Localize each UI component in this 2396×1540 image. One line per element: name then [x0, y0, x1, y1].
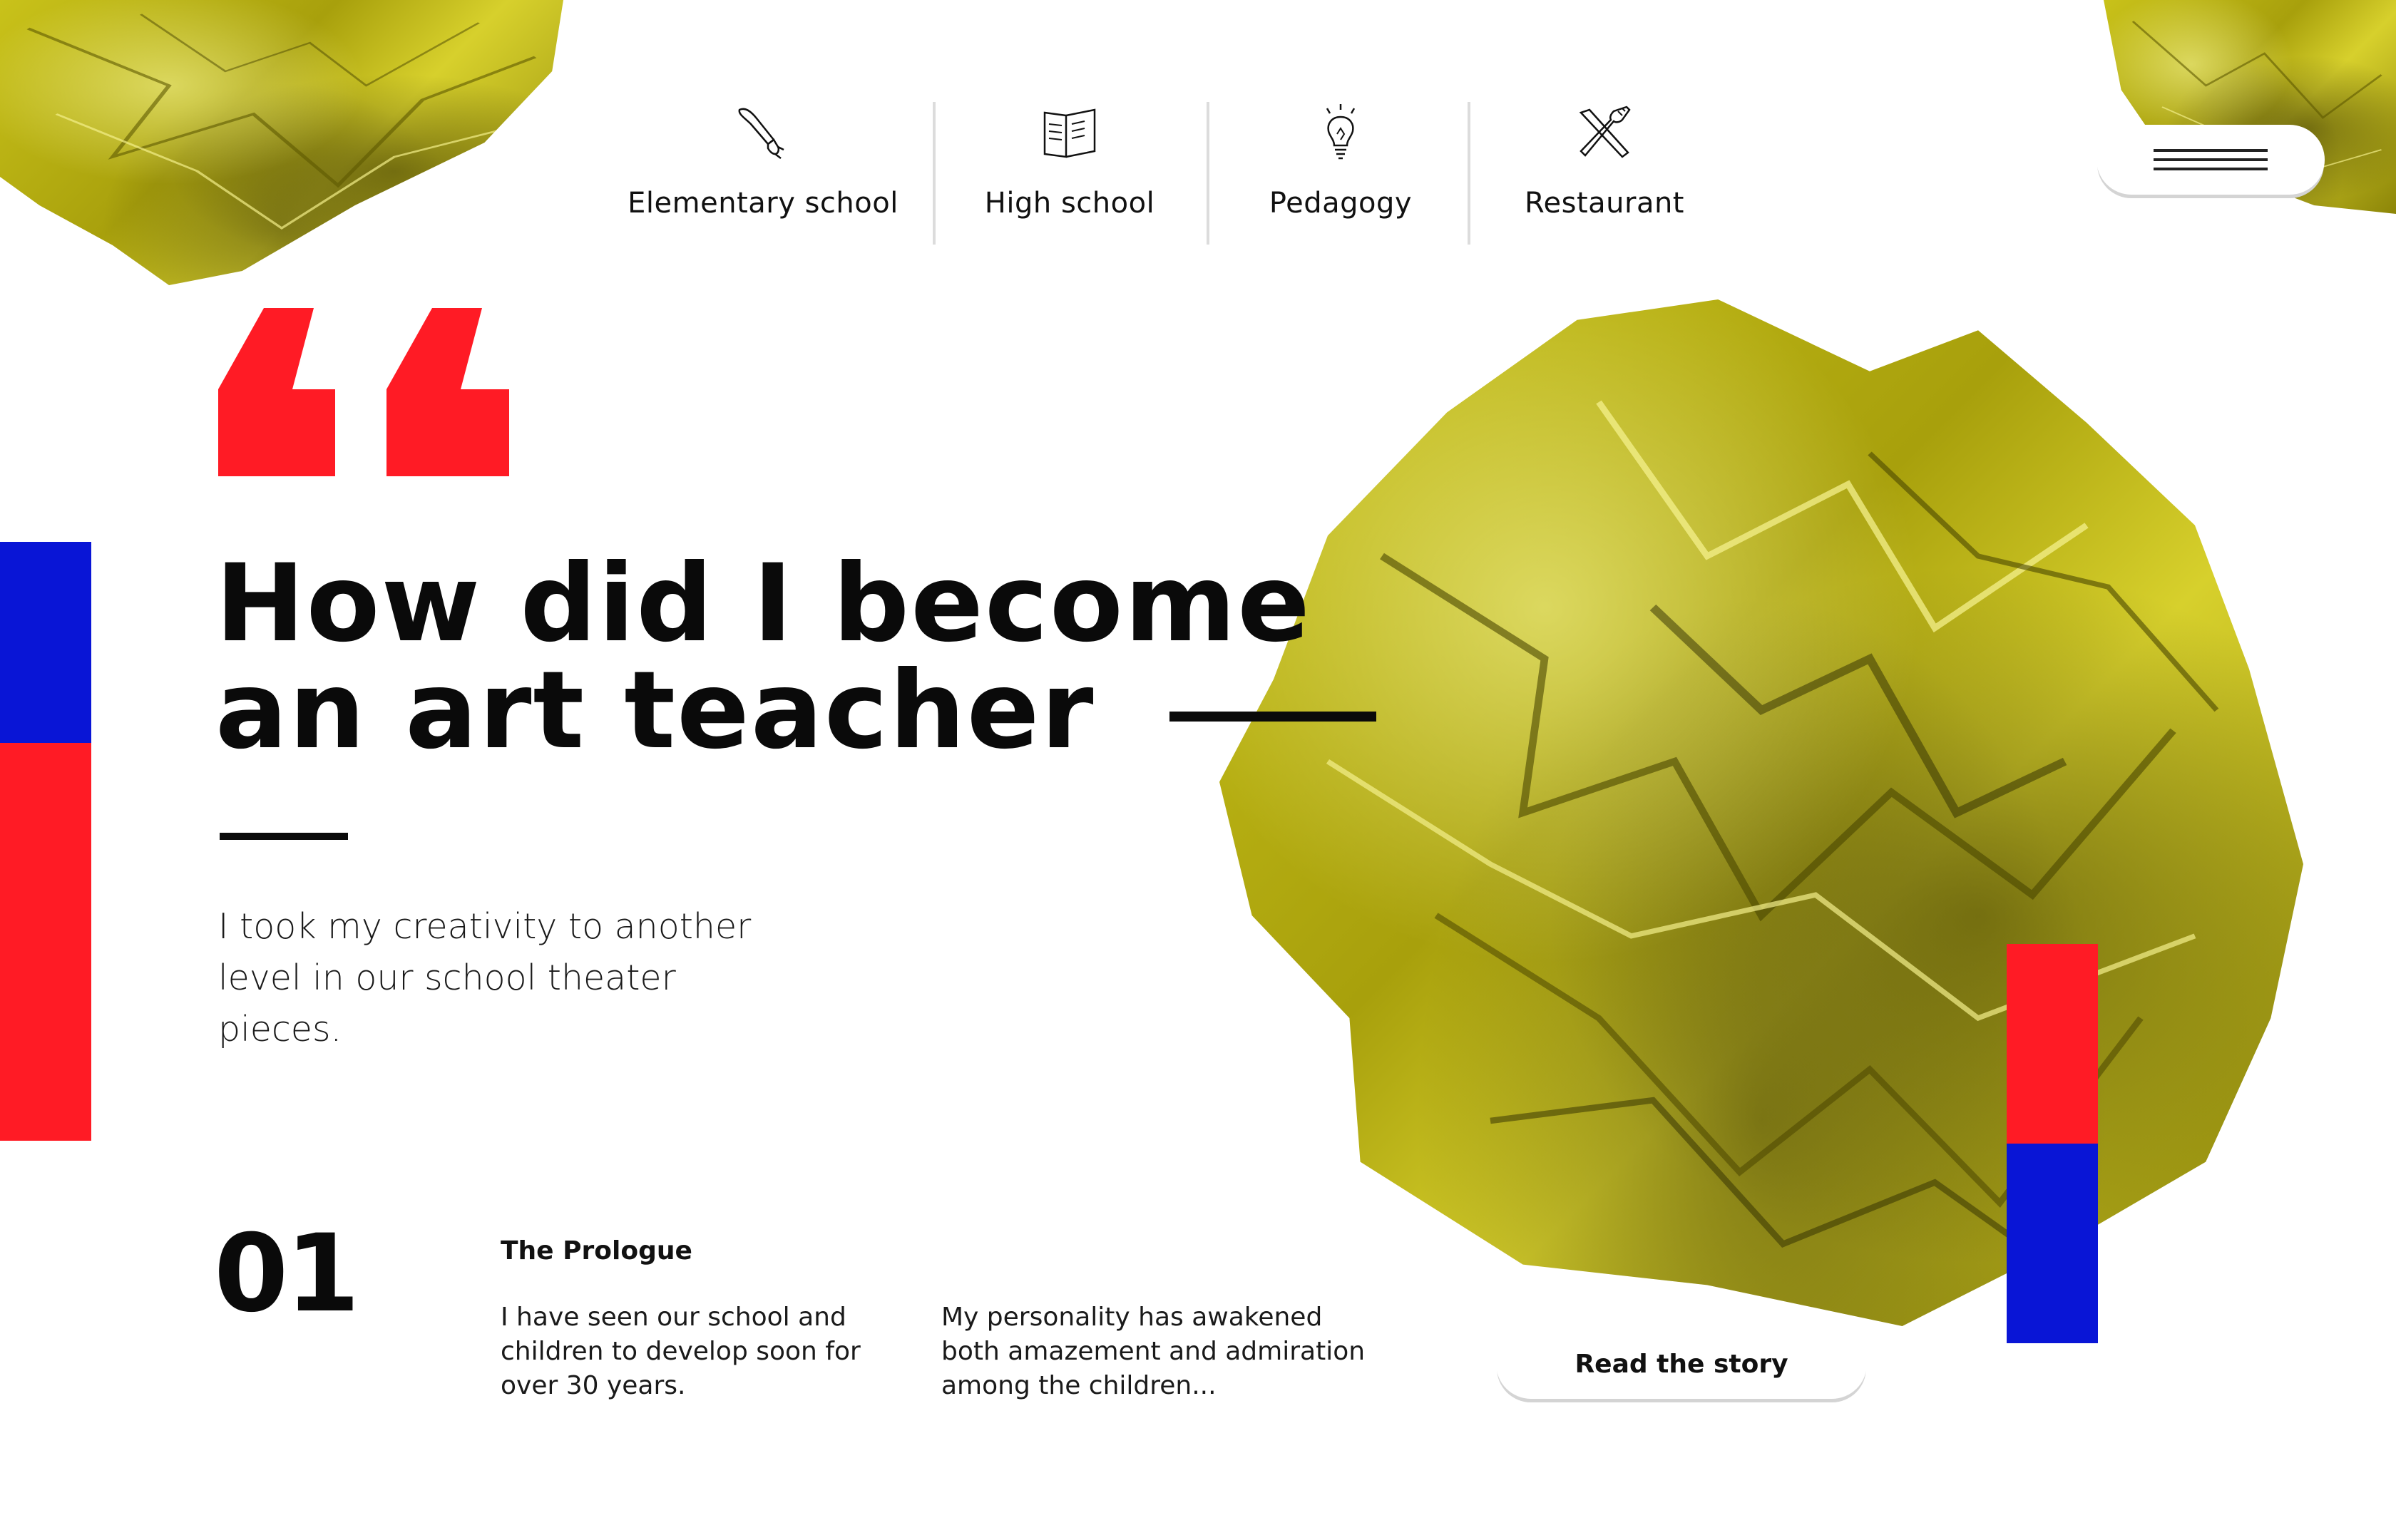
page-title-line-1: How did I become — [215, 542, 1311, 666]
fork-knife-icon — [1579, 106, 1631, 158]
nav-divider — [933, 102, 936, 245]
accent-bar-red-right — [2007, 944, 2098, 1144]
nav-item-label: Restaurant — [1525, 187, 1684, 220]
nav-divider — [1207, 102, 1209, 245]
chapter-text-right: My personality has awakened both amazeme… — [941, 1303, 1366, 1400]
chapter-number: 01 — [214, 1212, 360, 1336]
nav-item-pedagogy[interactable]: Pedagogy — [1227, 100, 1455, 250]
divider — [220, 833, 348, 840]
hamburger-icon — [2154, 149, 2268, 170]
page-title-line-2: an art teacher — [215, 649, 1095, 773]
paintbrush-icon — [738, 108, 784, 159]
open-book-icon — [1043, 108, 1096, 158]
page-title: How did I become an art teacher — [215, 550, 1311, 764]
accent-bar-blue — [0, 542, 91, 743]
chapter-title: The Prologue — [501, 1236, 692, 1266]
crumpled-paper-image-top-left — [0, 0, 563, 285]
nav-item-label: Elementary school — [628, 187, 898, 220]
chapter-text-left: I have seen our school and children to d… — [501, 1303, 861, 1400]
lightbulb-icon — [1326, 104, 1356, 160]
accent-bar-red — [0, 743, 91, 1141]
crumpled-paper-image — [1219, 299, 2303, 1326]
accent-bar-blue-right — [2007, 1144, 2098, 1343]
nav-item-high-school[interactable]: High school — [956, 100, 1184, 250]
nav-item-restaurant[interactable]: Restaurant — [1490, 100, 1719, 250]
nav-item-label: Pedagogy — [1269, 187, 1413, 220]
nav-item-label: High school — [984, 187, 1155, 220]
lead-text: I took my creativity to another level in… — [218, 906, 752, 1049]
quote-mark-icon — [218, 308, 509, 476]
nav-divider — [1468, 102, 1470, 245]
nav-item-elementary-school[interactable]: Elementary school — [620, 100, 906, 250]
headline-rule — [1169, 712, 1376, 722]
read-the-story-button[interactable]: Read the story — [1496, 1329, 1867, 1399]
menu-button[interactable] — [2096, 125, 2325, 195]
